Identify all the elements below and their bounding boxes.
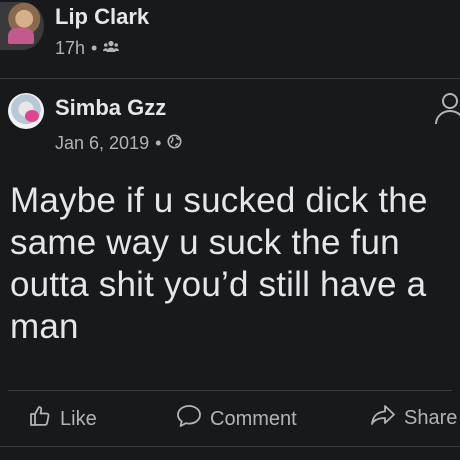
post-meta: Jan 6, 2019 • [55, 133, 182, 154]
share-icon [370, 404, 396, 432]
post-meta: 17h • [55, 38, 120, 59]
separator-dot: • [91, 38, 98, 58]
divider [8, 390, 452, 391]
like-button[interactable]: Like [28, 404, 97, 434]
post-screen: Lip Clark 17h • Simba Gzz Jan 6, 2019 • [0, 0, 460, 460]
post-date[interactable]: Jan 6, 2019 [55, 133, 149, 154]
avatar[interactable] [0, 2, 44, 50]
divider [0, 446, 460, 447]
group-icon [103, 38, 120, 59]
comment-icon [176, 404, 202, 434]
avatar[interactable] [8, 93, 44, 129]
divider [0, 78, 460, 79]
share-button[interactable]: Share [370, 404, 457, 432]
thumbs-up-icon [28, 404, 52, 434]
post-text: Maybe if u sucked dick the same way u su… [10, 181, 428, 346]
comment-label: Comment [210, 407, 297, 430]
globe-icon [167, 133, 182, 154]
author-name[interactable]: Lip Clark [55, 4, 149, 30]
comment-button[interactable]: Comment [176, 404, 297, 434]
like-label: Like [60, 407, 97, 430]
author-name[interactable]: Simba Gzz [55, 95, 166, 121]
share-label: Share [404, 406, 458, 429]
separator-dot: • [155, 133, 162, 153]
person-icon[interactable] [432, 92, 460, 131]
post-time[interactable]: 17h [55, 38, 85, 59]
